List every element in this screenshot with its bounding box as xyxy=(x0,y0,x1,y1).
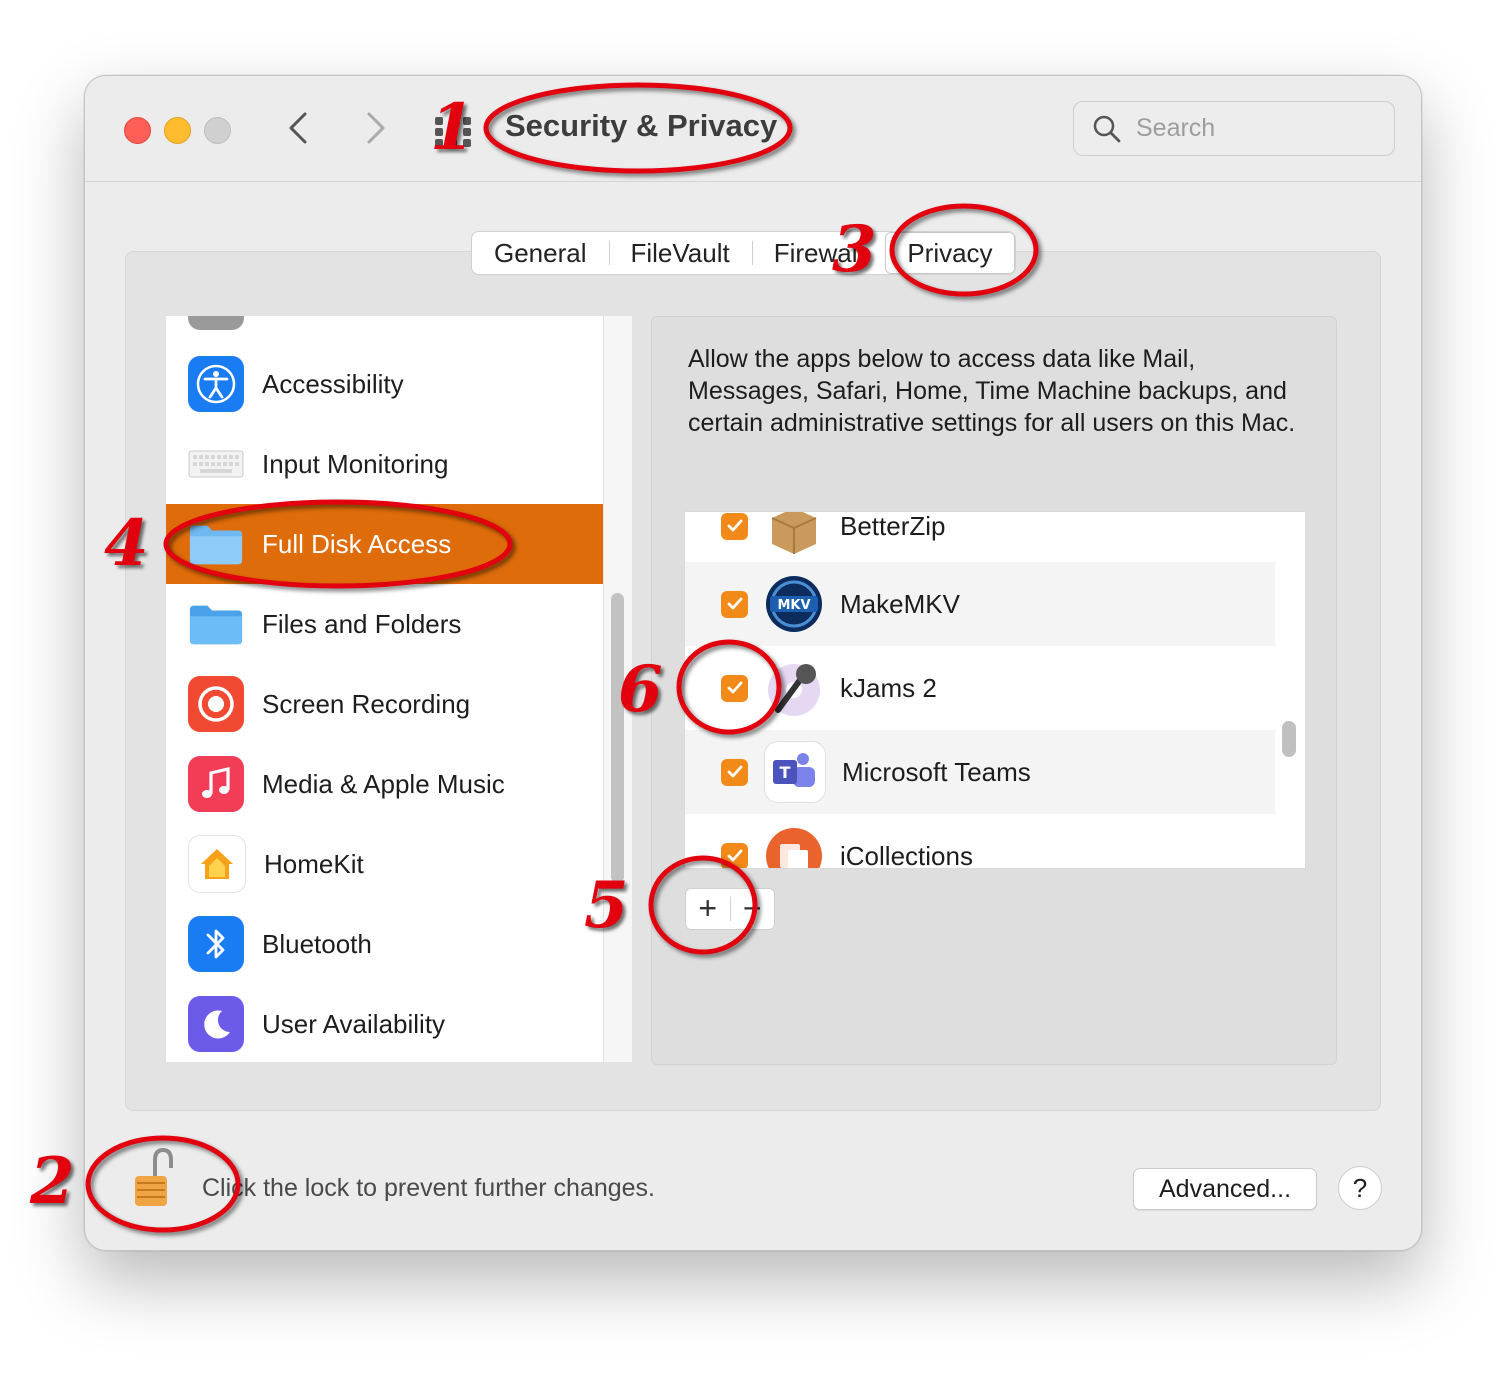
app-name: iCollections xyxy=(840,840,973,869)
folder-icon xyxy=(188,596,244,652)
sidebar-item-label: Media & Apple Music xyxy=(262,768,505,799)
accessibility-icon xyxy=(188,356,244,412)
annotation-number: 3 xyxy=(832,212,877,287)
annotation-number: 5 xyxy=(584,868,629,943)
sidebar-item-homekit[interactable]: HomeKit xyxy=(166,824,603,904)
sidebar-item-input-monitoring[interactable]: Input Monitoring xyxy=(166,424,603,504)
sidebar-item-full-disk-access[interactable]: Full Disk Access xyxy=(166,504,603,584)
help-button[interactable]: ? xyxy=(1338,1166,1382,1210)
keyboard-icon xyxy=(188,436,244,492)
lock-icon[interactable] xyxy=(133,1146,173,1210)
app-row-icollections[interactable]: iCollections xyxy=(685,814,1275,869)
app-row-microsoft-teams[interactable]: T Microsoft Teams xyxy=(685,730,1275,814)
add-app-button[interactable]: + xyxy=(686,889,730,929)
lock-instruction-text: Click the lock to prevent further change… xyxy=(202,1174,656,1202)
app-checkbox[interactable] xyxy=(721,758,748,786)
forward-button[interactable] xyxy=(355,106,395,150)
zoom-window-button[interactable] xyxy=(204,117,231,144)
bluetooth-icon xyxy=(188,916,244,972)
annotation-number: 2 xyxy=(30,1144,75,1219)
sidebar-item-media-apple-music[interactable]: Media & Apple Music xyxy=(166,744,603,824)
tab-filevault[interactable]: FileVault xyxy=(608,232,752,274)
svg-text:MKV: MKV xyxy=(777,598,810,613)
sidebar-item-label: User Availability xyxy=(262,1008,446,1039)
full-disk-access-panel: Allow the apps below to access data like… xyxy=(651,316,1337,1065)
app-name: BetterZip xyxy=(840,511,946,541)
sidebar-item-bluetooth[interactable]: Bluetooth xyxy=(166,904,603,984)
app-list[interactable]: BetterZip MKV MakeMKV kJams 2 T Microsof… xyxy=(684,511,1306,869)
tab-general[interactable]: General xyxy=(472,232,609,274)
sidebar-item-user-availability[interactable]: User Availability xyxy=(166,984,603,1062)
app-row-makemkv[interactable]: MKV MakeMKV xyxy=(685,562,1275,646)
app-checkbox[interactable] xyxy=(721,674,748,702)
sidebar-item-accessibility[interactable]: Accessibility xyxy=(166,344,603,424)
chevron-left-icon xyxy=(289,112,307,144)
moon-icon xyxy=(188,996,244,1052)
sidebar-item-label: Full Disk Access xyxy=(262,528,452,559)
svg-text:T: T xyxy=(780,763,791,782)
app-row-kjams[interactable]: kJams 2 xyxy=(685,646,1275,730)
sidebar-item-label: Input Monitoring xyxy=(262,448,449,479)
kjams-app-icon xyxy=(764,658,824,718)
annotation-number: 4 xyxy=(104,506,149,581)
search-field[interactable]: Search xyxy=(1073,101,1395,156)
panel-description: Allow the apps below to access data like… xyxy=(688,345,1296,437)
betterzip-app-icon xyxy=(764,512,824,556)
privacy-category-list[interactable]: Accessibility Input Monitoring Full Disk… xyxy=(166,316,603,1062)
app-list-scrollbar-thumb[interactable] xyxy=(1282,721,1296,757)
remove-app-button[interactable]: − xyxy=(730,889,774,929)
app-name: MakeMKV xyxy=(840,588,960,619)
sidebar-item-label: HomeKit xyxy=(264,848,364,879)
window-title: Security & Privacy xyxy=(505,108,778,143)
app-name: kJams 2 xyxy=(840,672,937,703)
back-button[interactable] xyxy=(280,106,320,150)
search-icon xyxy=(1093,115,1121,143)
sidebar-item-screen-recording[interactable]: Screen Recording xyxy=(166,664,603,744)
security-privacy-window: Security & Privacy Search General FileVa… xyxy=(84,75,1422,1251)
title-bar: Security & Privacy Search xyxy=(85,76,1421,182)
tab-bar: General FileVault Firewall Privacy xyxy=(471,231,1016,275)
app-name: Microsoft Teams xyxy=(842,756,1031,787)
app-checkbox[interactable] xyxy=(721,842,748,868)
annotation-number: 1 xyxy=(430,90,475,165)
annotation-number: 6 xyxy=(618,652,663,727)
app-checkbox[interactable] xyxy=(721,590,748,618)
sidebar-item-files-and-folders[interactable]: Files and Folders xyxy=(166,584,603,664)
microsoft-teams-app-icon: T xyxy=(764,741,826,803)
chevron-right-icon xyxy=(367,112,385,144)
minimize-window-button[interactable] xyxy=(164,117,191,144)
makemkv-app-icon: MKV xyxy=(764,574,824,634)
icollections-app-icon xyxy=(764,826,824,868)
music-note-icon xyxy=(188,756,244,812)
app-row-betterzip[interactable]: BetterZip xyxy=(685,511,1275,568)
close-window-button[interactable] xyxy=(124,117,151,144)
sidebar-scrollbar-thumb[interactable] xyxy=(611,593,624,883)
home-icon xyxy=(188,835,246,893)
add-remove-control: + − xyxy=(685,888,775,930)
sidebar-item-label: Bluetooth xyxy=(262,928,372,959)
sidebar-item-label: Screen Recording xyxy=(262,688,471,719)
sidebar-item-label: Accessibility xyxy=(262,368,404,399)
folder-icon xyxy=(188,516,244,572)
tab-privacy[interactable]: Privacy xyxy=(885,232,1015,274)
app-checkbox[interactable] xyxy=(721,512,748,540)
advanced-button[interactable]: Advanced... xyxy=(1133,1168,1317,1210)
screen-recording-icon xyxy=(188,676,244,732)
search-placeholder: Search xyxy=(1136,114,1216,142)
sidebar-item-label: Files and Folders xyxy=(262,608,462,639)
partial-list-item-icon xyxy=(188,316,244,330)
